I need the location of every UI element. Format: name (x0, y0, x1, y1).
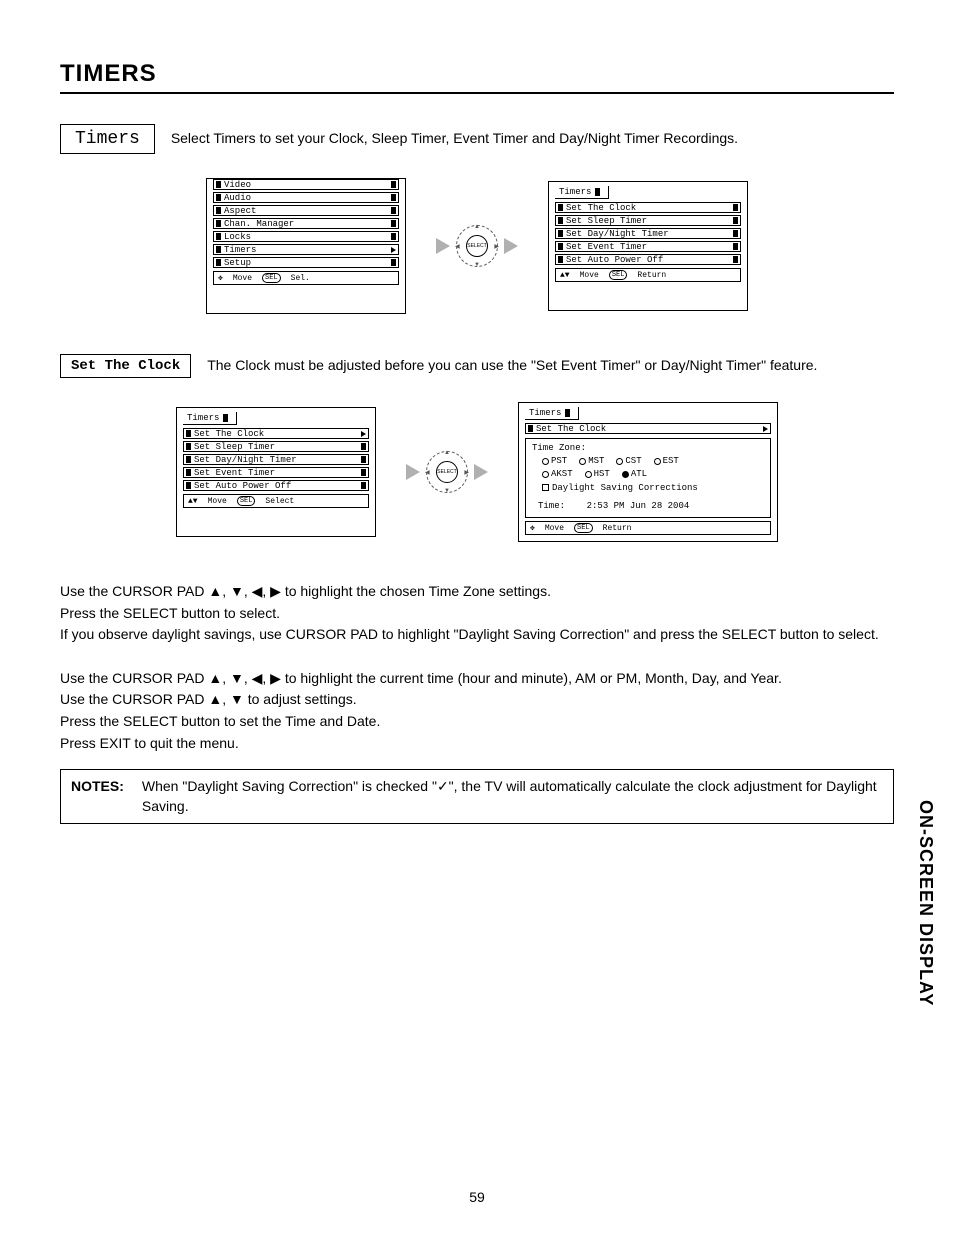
timers-description: Select Timers to set your Clock, Sleep T… (171, 129, 894, 149)
menu-item-auto-power-2: Set Auto Power Off (183, 480, 369, 491)
menu-item-timers: Timers (213, 244, 399, 255)
menu-item-set-daynight-2: Set Day/Night Timer (183, 454, 369, 465)
updown-icon: ▲▼ (188, 497, 198, 506)
timers-menu-footer-2: ▲▼ Move SEL Select (183, 494, 369, 508)
osd-title-timers: Timers (555, 186, 609, 199)
menu-item-setup: Setup (213, 257, 399, 268)
select-button-graphic-2: ▲▼▶◀ SELECT (406, 451, 488, 493)
updown-icon: ▲▼ (560, 271, 570, 280)
side-tab: ON-SCREEN DISPLAY (915, 800, 936, 1006)
menu-item-set-clock: Set The Clock (555, 202, 741, 213)
tz-cst: CST (616, 456, 641, 466)
tz-est: EST (654, 456, 679, 466)
tz-label: Time Zone: (532, 443, 764, 453)
tz-row-1: PST MST CST EST (542, 456, 764, 466)
cursor-pad-icon: ▲▼▶◀ SELECT (426, 451, 468, 493)
notes-label: NOTES: (71, 776, 124, 817)
cursor-pad-icon: ▲▼▶◀ SELECT (456, 225, 498, 267)
set-clock-header: Set The Clock The Clock must be adjusted… (60, 354, 894, 378)
instructions-block-1: Use the CURSOR PAD ▲, ▼, ◀, ▶ to highlig… (60, 582, 894, 645)
timers-menu-footer: ▲▼ Move SEL Return (555, 268, 741, 282)
tz-pst: PST (542, 456, 567, 466)
arrow-move-icon: ✥ (218, 273, 223, 283)
instructions-block-2: Use the CURSOR PAD ▲, ▼, ◀, ▶ to highlig… (60, 669, 894, 753)
menu-item-video: Video (213, 179, 399, 190)
arrow-right-icon (474, 464, 488, 480)
menu-item-chan-manager: Chan. Manager (213, 218, 399, 229)
select-button: SELECT (466, 235, 488, 257)
arrow-move-icon: ✥ (530, 523, 535, 533)
osd-title-timers-3: Timers (525, 407, 579, 420)
page-title: TIMERS (60, 60, 894, 94)
menu-item-set-clock-2: Set The Clock (183, 428, 369, 439)
cursor-all-icon: ▲, ▼, ◀, ▶ (208, 583, 281, 599)
tz-mst: MST (579, 456, 604, 466)
menu-item-set-sleep-2: Set Sleep Timer (183, 441, 369, 452)
menu-item-set-daynight: Set Day/Night Timer (555, 228, 741, 239)
menu-item-auto-power: Set Auto Power Off (555, 254, 741, 265)
cursor-updown-icon: ▲, ▼ (208, 691, 244, 707)
osd-timers-menu: Timers Set The Clock Set Sleep Timer Set… (548, 181, 748, 311)
clock-footer: ✥ Move SEL Return (525, 521, 771, 535)
osd-subtitle-set-clock: Set The Clock (525, 423, 771, 434)
tz-hst: HST (585, 469, 610, 479)
menu-item-locks: Locks (213, 231, 399, 242)
time-value: 2:53 PM Jun 28 2004 (587, 501, 690, 511)
osd-main-menu: Video Audio Aspect Chan. Manager Locks T… (206, 178, 406, 314)
menu-item-set-event: Set Event Timer (555, 241, 741, 252)
timers-header: Timers Select Timers to set your Clock, … (60, 124, 894, 154)
main-menu-footer: ✥ Move SEL Sel. (213, 271, 399, 285)
menu-item-set-event-2: Set Event Timer (183, 467, 369, 478)
set-clock-label: Set The Clock (60, 354, 191, 378)
time-row: Time: 2:53 PM Jun 28 2004 (538, 501, 764, 511)
arrow-right-icon (504, 238, 518, 254)
figure-timers-to-clock: Timers Set The Clock Set Sleep Timer Set… (60, 402, 894, 542)
timers-label: Timers (60, 124, 155, 154)
daylight-saving-row: Daylight Saving Corrections (542, 483, 764, 493)
osd-set-clock: Timers Set The Clock Time Zone: PST MST … (518, 402, 778, 542)
clock-settings-panel: Time Zone: PST MST CST EST AKST HST ATL … (525, 438, 771, 518)
page-number: 59 (0, 1189, 954, 1205)
set-clock-description: The Clock must be adjusted before you ca… (207, 356, 894, 376)
select-button: SELECT (436, 461, 458, 483)
osd-title-timers-2: Timers (183, 412, 237, 425)
checkbox-icon (542, 484, 549, 491)
arrow-right-icon (436, 238, 450, 254)
tz-row-2: AKST HST ATL (542, 469, 764, 479)
tz-akst: AKST (542, 469, 573, 479)
check-icon: ✓ (437, 778, 449, 794)
notes-box: NOTES: When "Daylight Saving Correction"… (60, 769, 894, 824)
figure-main-to-timers: Video Audio Aspect Chan. Manager Locks T… (60, 178, 894, 314)
cursor-all-icon: ▲, ▼, ◀, ▶ (208, 670, 281, 686)
notes-text: When "Daylight Saving Correction" is che… (142, 776, 883, 817)
tz-atl: ATL (622, 469, 647, 479)
select-button-graphic: ▲▼▶◀ SELECT (436, 225, 518, 267)
menu-item-aspect: Aspect (213, 205, 399, 216)
osd-timers-menu-2: Timers Set The Clock Set Sleep Timer Set… (176, 407, 376, 537)
menu-item-set-sleep: Set Sleep Timer (555, 215, 741, 226)
arrow-right-icon (406, 464, 420, 480)
menu-item-audio: Audio (213, 192, 399, 203)
